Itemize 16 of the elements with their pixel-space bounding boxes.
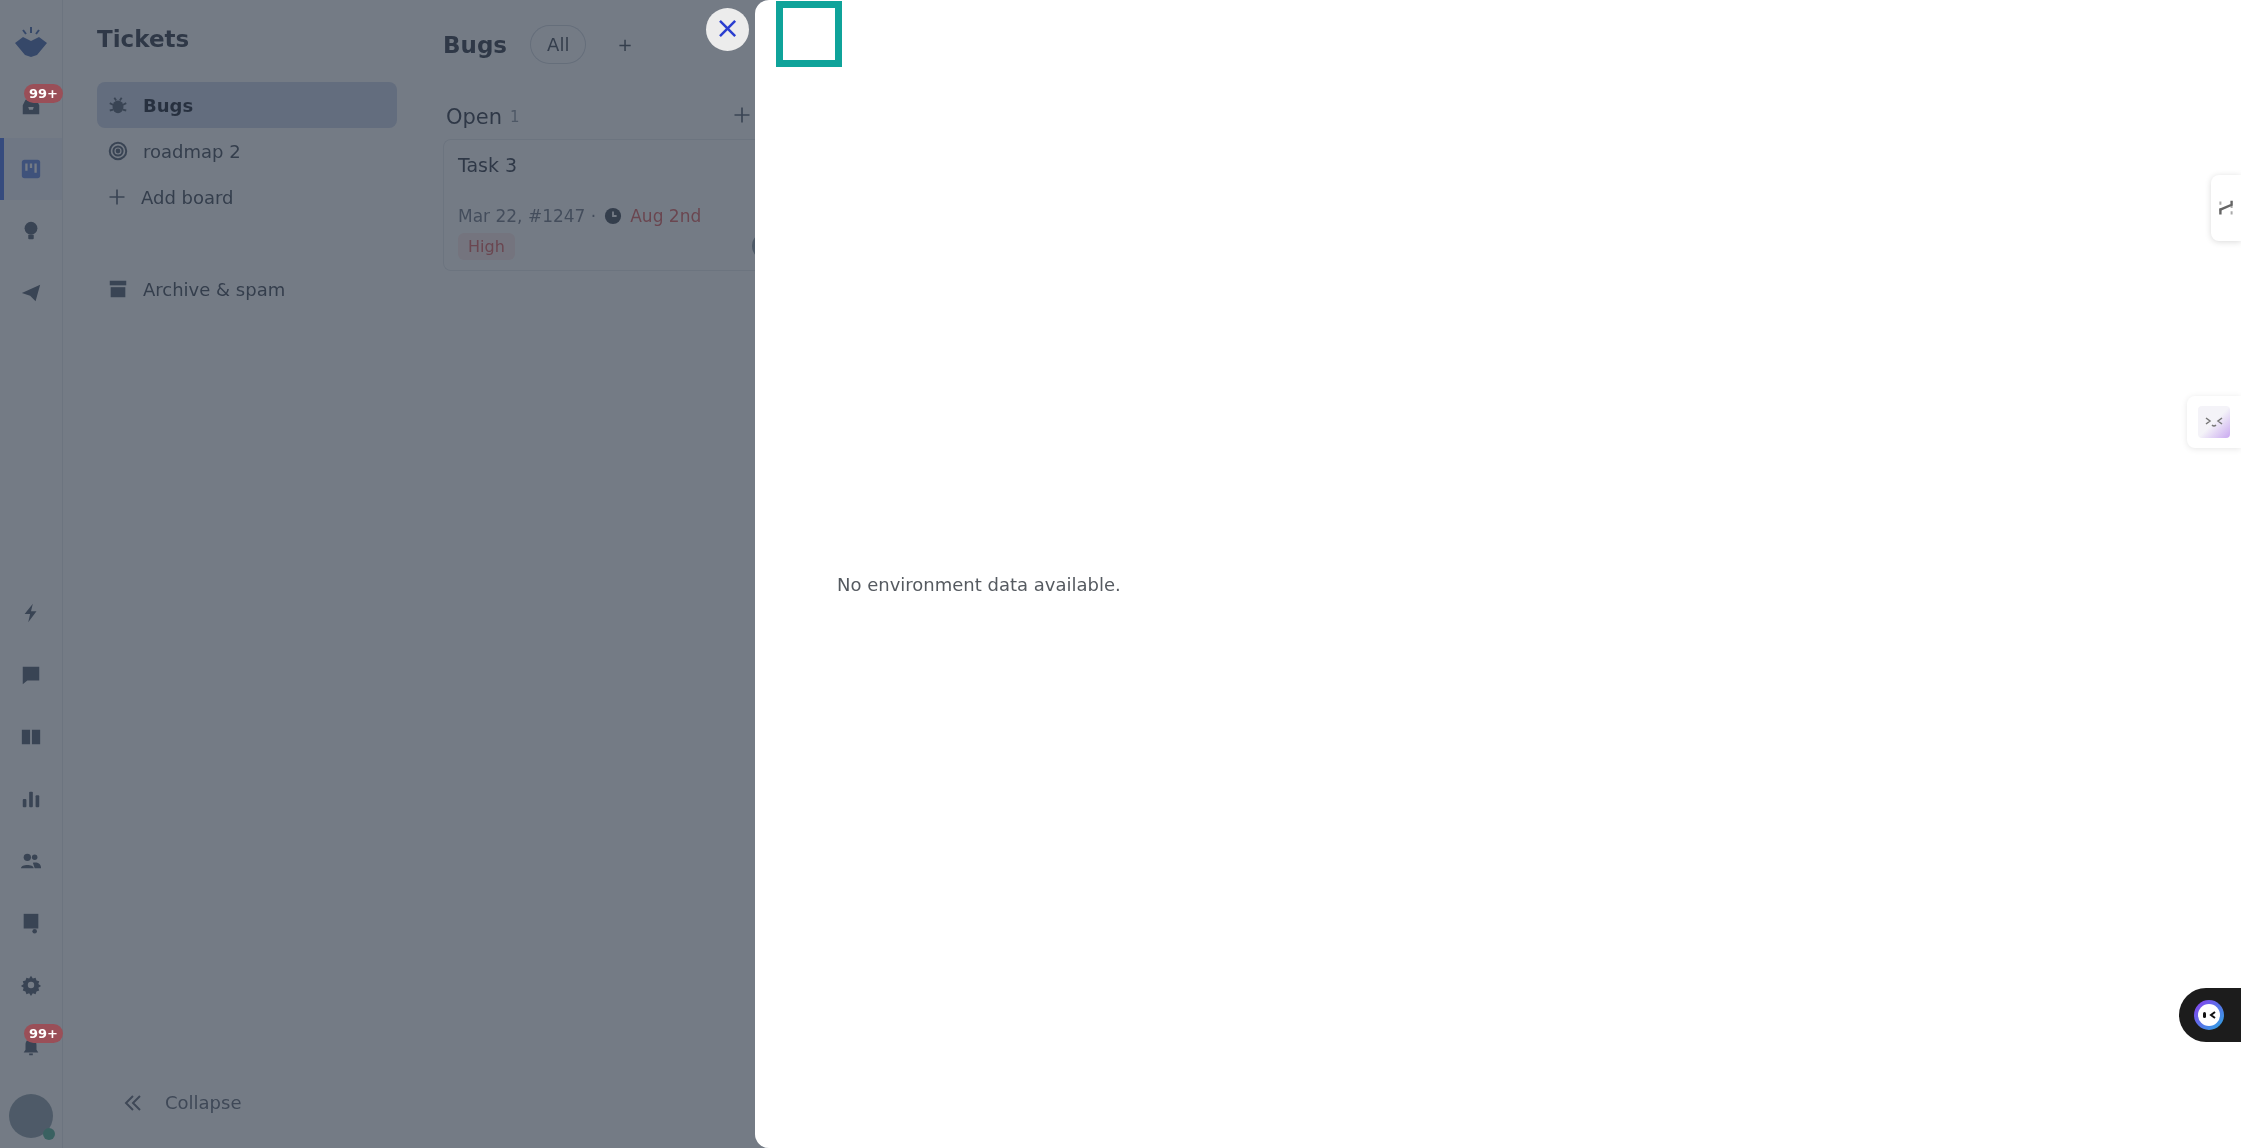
board-title: Bugs: [443, 31, 508, 58]
sidebar-item[interactable]: Add board: [97, 174, 397, 220]
view-tab[interactable]: +: [601, 26, 649, 63]
sidebar-title: Tickets: [97, 26, 191, 52]
rail-item[interactable]: 99+: [0, 76, 62, 138]
count-badge: 99+: [24, 84, 63, 103]
sidebar-item[interactable]: Bugs: [97, 82, 397, 128]
rail-item[interactable]: 99+: [0, 1016, 62, 1078]
column-title: Open: [446, 105, 503, 129]
count-badge: 99+: [24, 1024, 63, 1043]
close-button[interactable]: ×: [706, 8, 749, 51]
card-title: Task 3: [458, 154, 519, 176]
view-tab[interactable]: All: [531, 26, 586, 63]
empty-message: No environment data available.: [837, 574, 1122, 595]
sidebar-item[interactable]: Archive & spam: [97, 266, 397, 312]
sidebar-item[interactable]: roadmap 2: [97, 128, 397, 174]
